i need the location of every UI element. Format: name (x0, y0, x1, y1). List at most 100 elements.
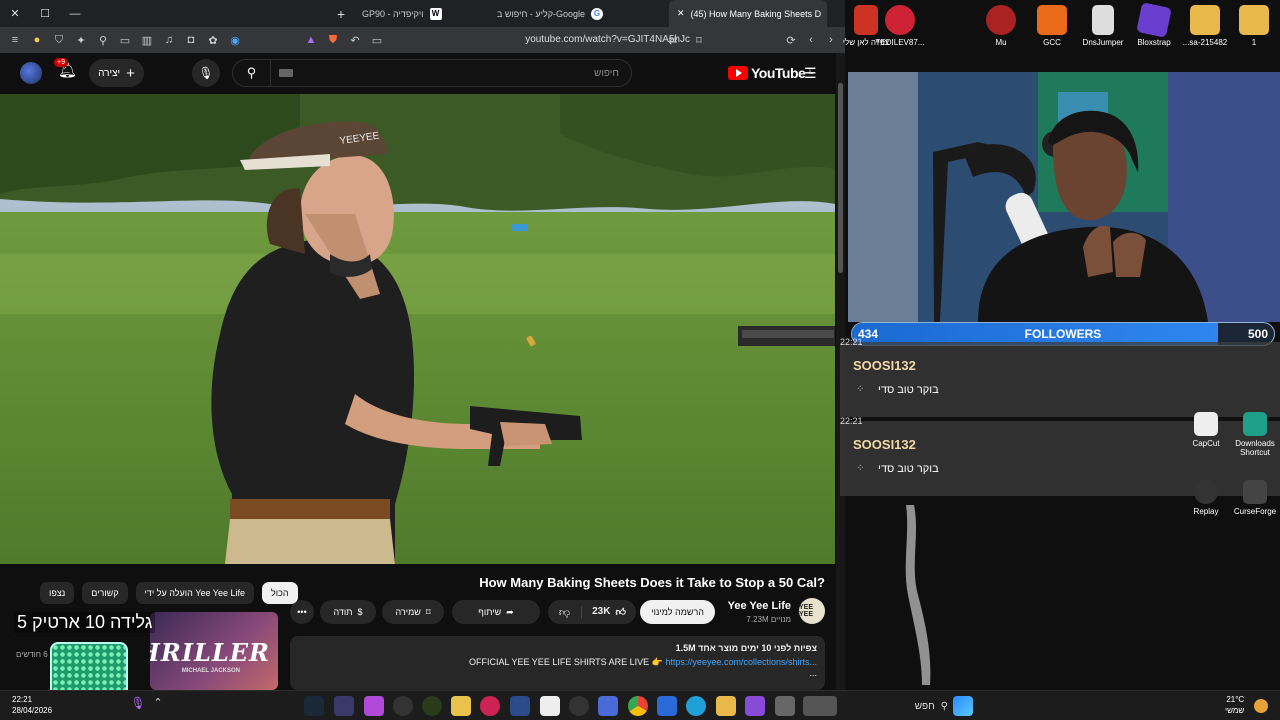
sidebar-icon[interactable]: ▥ (138, 31, 156, 49)
new-tab-icon[interactable]: + (328, 0, 354, 27)
app-icon[interactable] (540, 696, 560, 716)
puzzle-icon[interactable]: ✿ (204, 31, 222, 49)
vpn-icon[interactable]: ▲ (302, 31, 320, 49)
mu-icon (986, 5, 1016, 35)
plus-icon: + (126, 64, 135, 82)
desktop-icon-1[interactable]: TEDILEV87... (874, 5, 926, 47)
copilot-icon[interactable] (745, 696, 765, 716)
camera-icon[interactable]: ◘ (182, 31, 200, 49)
wallet-icon[interactable]: ▭ (116, 31, 134, 49)
desktop-icon-10[interactable]: Replay (1180, 480, 1232, 516)
youtube-logo[interactable]: YouTube IL (728, 65, 813, 81)
game-thumbnail-icon[interactable] (803, 696, 837, 716)
downloads-icon (1243, 412, 1267, 436)
related-chips: נצפו קשורים הועלה על ידי Yee Yee Life הכ… (40, 582, 298, 604)
file-explorer-icon[interactable] (716, 696, 736, 716)
chip-related[interactable]: קשורים (82, 582, 128, 604)
chip-all[interactable]: הכול (262, 582, 298, 604)
desktop-icon-11[interactable]: CurseForge (1229, 480, 1280, 516)
keyboard-icon[interactable] (279, 69, 293, 77)
dislike-icon[interactable]: 👎︎ (548, 605, 582, 619)
search-input[interactable]: חיפוש (293, 68, 631, 79)
app-icon[interactable] (480, 696, 500, 716)
chatgpt-icon[interactable] (569, 696, 589, 716)
video-description[interactable]: 1.5M צפיות לפני 10 ימים מוצר אחד OFFICIA… (290, 636, 825, 690)
desktop-icon-5[interactable]: Bloxstrap (1128, 2, 1180, 47)
tab-google[interactable]: קליע - חיפוש ב-Google G (489, 0, 669, 27)
tray-chevron-icon[interactable]: ⌃ (148, 696, 168, 716)
close-tab-icon[interactable]: ✕ (677, 8, 685, 19)
scrollbar-thumb[interactable] (838, 83, 843, 273)
description-more[interactable]: ... (298, 668, 817, 678)
steam-icon[interactable] (304, 696, 324, 716)
wikipedia-icon: W (429, 7, 442, 20)
extension-icon[interactable]: ✦ (72, 31, 90, 49)
app-icon[interactable] (598, 696, 618, 716)
subscribe-button[interactable]: הרשמה למינוי (640, 600, 715, 624)
create-button[interactable]: יצירה + (89, 59, 144, 87)
chrome-icon[interactable] (628, 696, 648, 716)
like-button[interactable]: 23K 👍︎ (582, 606, 636, 618)
webcam-feed (848, 72, 1280, 322)
app-icon[interactable] (393, 696, 413, 716)
account-avatar[interactable] (20, 62, 42, 84)
forward-icon[interactable]: › (822, 31, 840, 49)
translate-icon[interactable]: ⇄ (664, 31, 682, 49)
app-icon[interactable] (775, 696, 795, 716)
bookmark-icon[interactable]: ⌑ (690, 31, 708, 49)
store-icon[interactable] (657, 696, 677, 716)
video-player[interactable]: YEEYEE (0, 94, 835, 564)
music-icon[interactable]: ♫ (160, 31, 178, 49)
desktop-icon-7[interactable]: 1 (1228, 5, 1280, 47)
brave-shield-icon[interactable]: ⛊ (324, 31, 342, 49)
tab-youtube[interactable]: ✕ (45) How Many Baking Sheets D ▶ (669, 0, 827, 27)
desktop-icon-2[interactable]: Mu (975, 5, 1027, 47)
back-icon[interactable]: ‹ (802, 31, 820, 49)
desktop-icon-3[interactable]: GCC (1026, 5, 1078, 47)
channel-name[interactable]: Yee Yee Life (728, 600, 791, 612)
taskbar-search[interactable]: חפש ⚲ (860, 696, 948, 716)
desktop-icon-9[interactable]: Downloads Shortcut (1229, 412, 1280, 457)
windows-start-icon[interactable] (953, 696, 973, 716)
chat-time: 22:21 (840, 416, 863, 426)
app-icon[interactable] (334, 696, 354, 716)
thanks-button[interactable]: תודה $ (320, 600, 376, 624)
app-icon[interactable] (510, 696, 530, 716)
description-link[interactable]: https://yeeyee.com/collections/shirts... (665, 657, 817, 667)
pin-icon[interactable]: ⚲ (94, 31, 112, 49)
reload-icon[interactable]: ⟳ (782, 31, 800, 49)
chip-from-channel[interactable]: הועלה על ידי Yee Yee Life (135, 582, 255, 604)
voice-search-icon[interactable]: 🎙︎ (192, 59, 220, 87)
chip-watched[interactable]: נצפו (40, 582, 75, 604)
app-icon[interactable] (364, 696, 384, 716)
desktop-icon-4[interactable]: DnsJumper (1077, 5, 1129, 47)
desktop-icon-8[interactable]: CapCut (1180, 412, 1232, 448)
clock[interactable]: 22:21 28/04/2026 (12, 694, 52, 716)
wifi-icon[interactable]: ◉ (226, 31, 244, 49)
menu-icon[interactable]: ≡ (6, 31, 24, 49)
chat-text: בוקר טוב סדי (878, 384, 939, 396)
search-icon[interactable]: ⚲ (233, 60, 271, 86)
minimize-icon[interactable]: — (60, 0, 90, 27)
weather-widget[interactable]: 21°C שמשי (1225, 694, 1244, 716)
profile-icon[interactable]: ● (28, 31, 46, 49)
like-icon: 👍︎ (615, 607, 626, 618)
tab-wikipedia[interactable]: GP90 - ויקיפדיה W (354, 0, 489, 27)
close-window-icon[interactable]: ✕ (0, 0, 30, 27)
channel-avatar[interactable]: YEE YEE (799, 598, 825, 624)
shield-icon[interactable]: ⛉ (50, 31, 68, 49)
address-bar[interactable]: youtube.com/watch?v=GJIT4NA5hJc (360, 31, 690, 49)
notifications-icon[interactable]: 🔔︎ +9 (54, 58, 80, 83)
microphone-icon[interactable]: 🎙︎ (128, 696, 148, 716)
guide-menu-icon[interactable]: ☰ (804, 65, 820, 81)
maximize-icon[interactable]: ☐ (30, 0, 60, 27)
app-icon[interactable] (451, 696, 471, 716)
save-button[interactable]: שמירה ⌑ (382, 600, 444, 624)
curseforge-icon (1243, 480, 1267, 504)
edge-icon[interactable] (686, 696, 706, 716)
share-button[interactable]: שיתוף ➦ (452, 600, 540, 624)
replay-icon (1194, 480, 1218, 504)
xbox-icon[interactable] (422, 696, 442, 716)
desktop-icon-6[interactable]: ...sa-215482 (1179, 5, 1231, 47)
related-video-thumbnail[interactable]: THRILLER MICHAEL JACKSON (150, 612, 278, 690)
